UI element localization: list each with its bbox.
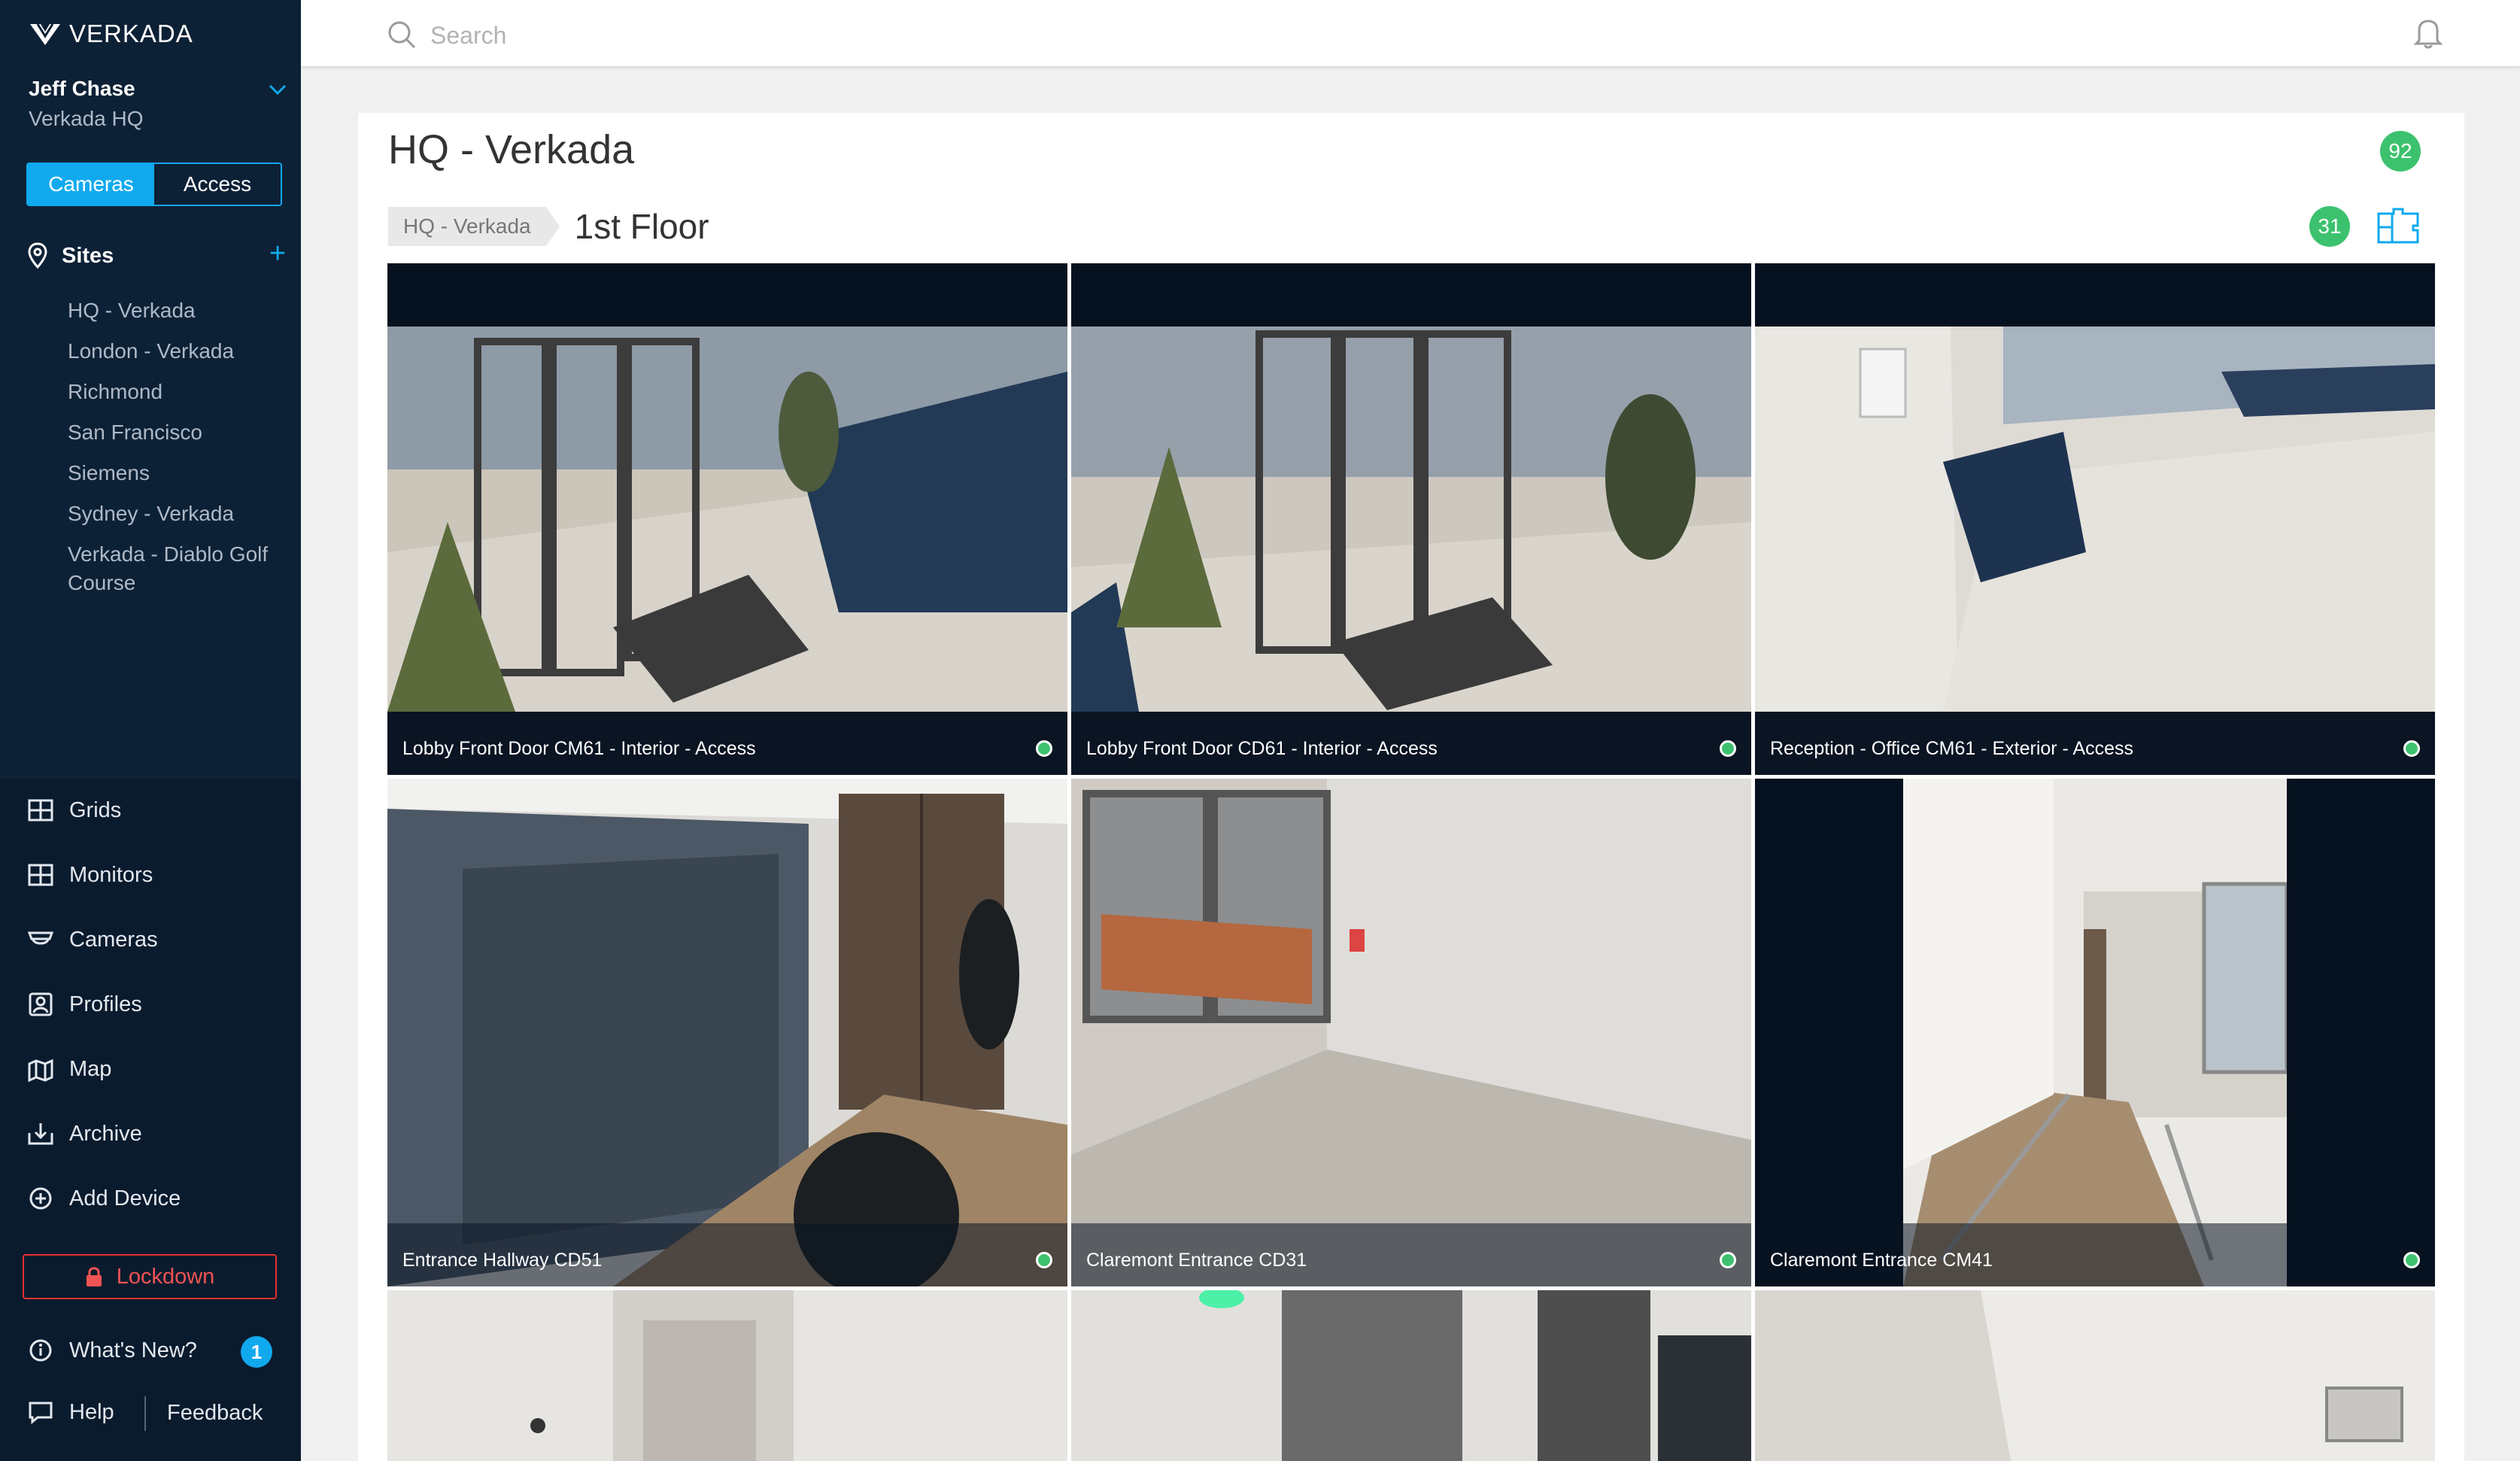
online-status-icon [2403, 740, 2420, 757]
camera-feed [1755, 327, 2435, 712]
verkada-logo-icon [30, 23, 60, 45]
nav-item-monitors[interactable]: Monitors [27, 862, 153, 888]
camera-tile[interactable]: Claremont Entrance CM41 [1755, 779, 2435, 1286]
archive-icon [28, 1123, 53, 1145]
whats-new-label: What's New? [69, 1338, 197, 1362]
camera-feed [387, 779, 1067, 1286]
camera-tile[interactable]: Lobby Front Door CD61 - Interior - Acces… [1071, 263, 1751, 775]
camera-tile[interactable] [1071, 1290, 1751, 1461]
camera-feed [1071, 779, 1751, 1286]
nav-label: Map [69, 1056, 112, 1081]
online-status-icon [1720, 740, 1736, 757]
main-panel: HQ - Verkada 92 HQ - Verkada 1st Floor 3… [358, 113, 2464, 1461]
add-site-icon[interactable]: + [269, 239, 286, 268]
search-input[interactable] [429, 17, 1334, 54]
divider [144, 1396, 146, 1431]
brand-logo[interactable]: VERKADA [29, 20, 193, 48]
nav-label: Cameras [69, 927, 158, 952]
grid-icon [28, 799, 53, 822]
user-name[interactable]: Jeff Chase [29, 77, 135, 101]
page-title: HQ - Verkada [388, 127, 635, 172]
breadcrumb-arrow [545, 207, 560, 246]
camera-name: Entrance Hallway CD51 [402, 1250, 603, 1271]
floorplan-icon[interactable] [2374, 205, 2422, 247]
online-status-icon [1036, 740, 1052, 757]
feedback-link[interactable]: Feedback [167, 1401, 263, 1426]
camera-feed [387, 1290, 1067, 1461]
location-pin-icon [28, 242, 47, 269]
online-status-icon [2403, 1252, 2420, 1268]
brand-name: VERKADA [69, 20, 193, 47]
site-item-sydney[interactable]: Sydney - Verkada [68, 500, 286, 528]
camera-tile[interactable] [387, 1290, 1067, 1461]
search-icon [388, 21, 416, 49]
help-link[interactable]: Help [27, 1399, 114, 1425]
nav-item-map[interactable]: Map [27, 1056, 111, 1082]
sites-header[interactable]: Sites [27, 242, 114, 269]
site-item-hq[interactable]: HQ - Verkada [68, 296, 286, 325]
whats-new-link[interactable]: What's New? [27, 1338, 197, 1363]
sidebar: VERKADA Jeff Chase Verkada HQ Cameras Ac… [0, 0, 301, 1461]
site-item-san-francisco[interactable]: San Francisco [68, 418, 286, 447]
breadcrumb-site[interactable]: HQ - Verkada [388, 207, 546, 246]
lockdown-label: Lockdown [116, 1264, 215, 1289]
camera-tile[interactable] [1755, 1290, 2435, 1461]
add-circle-icon [29, 1187, 52, 1210]
nav-item-grids[interactable]: Grids [27, 797, 121, 823]
camera-name: Lobby Front Door CD61 - Interior - Acces… [1086, 738, 1438, 759]
site-item-siemens[interactable]: Siemens [68, 459, 286, 488]
camera-name: Lobby Front Door CM61 - Interior - Acces… [402, 738, 756, 759]
help-label: Help [69, 1399, 114, 1424]
toggle-cameras[interactable]: Cameras [28, 164, 154, 205]
camera-name: Claremont Entrance CM41 [1770, 1250, 1993, 1271]
chevron-down-icon[interactable] [268, 81, 287, 98]
breadcrumb: HQ - Verkada 1st Floor [388, 207, 709, 246]
nav-label: Archive [69, 1121, 142, 1146]
site-item-diablo-golf[interactable]: Verkada - Diablo Golf Course [68, 540, 286, 597]
map-icon [28, 1059, 53, 1082]
whats-new-count-badge: 1 [241, 1336, 272, 1368]
nav-item-add-device[interactable]: Add Device [27, 1186, 181, 1211]
camera-feed [1071, 327, 1751, 712]
camera-icon [27, 931, 54, 945]
camera-feed [1903, 779, 2287, 1286]
nav-item-profiles[interactable]: Profiles [27, 992, 142, 1017]
nav-item-cameras[interactable]: Cameras [27, 927, 158, 952]
site-item-london[interactable]: London - Verkada [68, 337, 286, 366]
online-status-icon [1720, 1252, 1736, 1268]
floor-title: 1st Floor [574, 207, 709, 246]
nav-label: Monitors [69, 862, 153, 887]
camera-tile[interactable]: Lobby Front Door CM61 - Interior - Acces… [387, 263, 1067, 775]
site-camera-count-badge: 92 [2380, 131, 2421, 172]
sites-heading: Sites [62, 243, 114, 268]
online-status-icon [1036, 1252, 1052, 1268]
top-bar [301, 0, 2520, 66]
site-item-richmond[interactable]: Richmond [68, 378, 286, 406]
nav-label: Profiles [69, 992, 142, 1016]
camera-feed [387, 327, 1067, 712]
nav-label: Add Device [69, 1186, 181, 1210]
lock-icon [86, 1267, 102, 1286]
camera-tile[interactable]: Entrance Hallway CD51 [387, 779, 1067, 1286]
info-icon [29, 1339, 52, 1362]
help-chat-icon [29, 1402, 53, 1425]
user-org[interactable]: Verkada HQ [29, 107, 144, 131]
camera-tile[interactable]: Claremont Entrance CD31 [1071, 779, 1751, 1286]
mode-toggle: Cameras Access [26, 163, 282, 206]
camera-feed [1071, 1290, 1751, 1461]
nav-item-archive[interactable]: Archive [27, 1121, 142, 1147]
profile-icon [29, 992, 53, 1016]
bell-icon[interactable] [2413, 17, 2443, 50]
camera-name: Claremont Entrance CD31 [1086, 1250, 1307, 1271]
camera-feed [1755, 1290, 2435, 1461]
camera-grid: Lobby Front Door CM61 - Interior - Acces… [387, 263, 2435, 1461]
camera-name: Reception - Office CM61 - Exterior - Acc… [1770, 738, 2134, 759]
lockdown-button[interactable]: Lockdown [23, 1254, 277, 1299]
floor-camera-count-badge: 31 [2309, 206, 2350, 247]
toggle-access[interactable]: Access [154, 164, 281, 205]
camera-tile[interactable]: Reception - Office CM61 - Exterior - Acc… [1755, 263, 2435, 775]
monitor-icon [28, 864, 53, 886]
nav-label: Grids [69, 797, 122, 822]
